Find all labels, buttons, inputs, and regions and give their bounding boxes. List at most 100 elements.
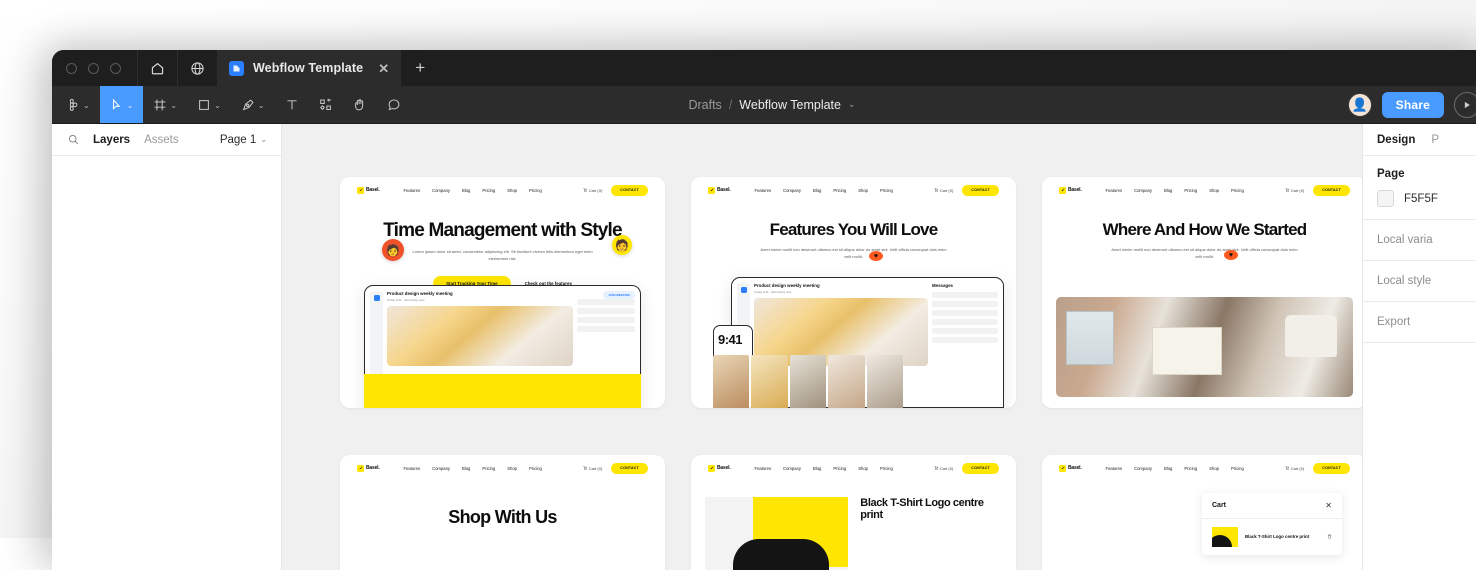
nav-link-pricing-2[interactable]: Pricing <box>1231 188 1244 193</box>
cart-link[interactable]: Cart (0) <box>1285 466 1304 471</box>
cart-link[interactable]: Cart (0) <box>1285 188 1304 193</box>
close-window-button[interactable] <box>66 62 77 74</box>
breadcrumb-file-name[interactable]: Webflow Template <box>739 98 841 112</box>
nav-link-blog[interactable]: Blog <box>813 188 821 193</box>
move-tool-button[interactable]: ⌄ <box>99 86 144 123</box>
local-styles-section[interactable]: Local style <box>1363 261 1476 302</box>
cart-link[interactable]: Cart (0) <box>583 466 602 471</box>
layers-list[interactable] <box>52 156 281 570</box>
site-cta-button[interactable]: CONTACT <box>962 184 999 196</box>
canvas-frame-product[interactable]: Basel. Features Company Blog Pricing Sho… <box>691 455 1016 570</box>
nav-link-blog[interactable]: Blog <box>813 466 821 471</box>
chevron-down-icon[interactable]: ⌄ <box>127 101 134 110</box>
nav-link-shop[interactable]: Shop <box>858 188 868 193</box>
home-icon[interactable] <box>138 50 178 86</box>
site-logo[interactable]: Basel. <box>357 464 380 472</box>
site-logo[interactable]: Basel. <box>357 186 380 194</box>
nav-link-shop[interactable]: Shop <box>1209 466 1219 471</box>
chevron-down-icon[interactable]: ⌄ <box>83 101 90 110</box>
figma-menu-button[interactable]: ⌄ <box>52 86 100 123</box>
avatar[interactable]: 👤 <box>1347 92 1372 117</box>
maximize-window-button[interactable] <box>110 62 121 74</box>
nav-link-company[interactable]: Company <box>783 188 801 193</box>
text-tool-button[interactable] <box>275 86 309 123</box>
canvas-frame-features[interactable]: Basel. Features Company Blog Pricing Sho… <box>691 177 1016 408</box>
site-cta-button[interactable]: CONTACT <box>1313 184 1350 196</box>
local-variables-section[interactable]: Local varia <box>1363 220 1476 261</box>
nav-link-pricing-2[interactable]: Pricing <box>1231 466 1244 471</box>
hand-tool-button[interactable] <box>343 86 377 123</box>
nav-link-company[interactable]: Company <box>1134 466 1152 471</box>
site-cta-button[interactable]: CONTACT <box>611 184 648 196</box>
share-button[interactable]: Share <box>1381 91 1444 118</box>
nav-link-shop[interactable]: Shop <box>858 466 868 471</box>
components-tool-button[interactable] <box>309 86 343 123</box>
minimize-window-button[interactable] <box>88 62 99 74</box>
nav-link-features[interactable]: Features <box>755 466 772 471</box>
nav-link-features[interactable]: Features <box>404 188 421 193</box>
close-icon[interactable]: ✕ <box>1325 501 1332 510</box>
tab-layers[interactable]: Layers <box>93 134 130 146</box>
site-logo[interactable]: Basel. <box>708 186 731 194</box>
chevron-down-icon[interactable]: ⌄ <box>214 101 221 110</box>
nav-link-pricing[interactable]: Pricing <box>1184 466 1197 471</box>
canvas-frame-about[interactable]: Basel. Features Company Blog Pricing Sho… <box>1042 177 1362 408</box>
nav-link-features[interactable]: Features <box>404 466 421 471</box>
chevron-down-icon[interactable]: ⌄ <box>258 101 265 110</box>
site-logo[interactable]: Basel. <box>708 464 731 472</box>
nav-link-pricing-2[interactable]: Pricing <box>880 188 893 193</box>
nav-link-features[interactable]: Features <box>1106 188 1123 193</box>
nav-link-blog[interactable]: Blog <box>462 188 470 193</box>
nav-link-pricing[interactable]: Pricing <box>833 466 846 471</box>
nav-link-shop[interactable]: Shop <box>507 466 517 471</box>
nav-link-features[interactable]: Features <box>755 188 772 193</box>
chevron-down-icon[interactable]: ⌄ <box>848 99 856 110</box>
nav-link-shop[interactable]: Shop <box>1209 188 1219 193</box>
nav-link-pricing-2[interactable]: Pricing <box>880 466 893 471</box>
tab-design[interactable]: Design <box>1377 134 1415 146</box>
frame-tool-button[interactable]: ⌄ <box>143 86 187 123</box>
shape-tool-button[interactable]: ⌄ <box>187 86 231 123</box>
site-cta-button[interactable]: CONTACT <box>962 462 999 474</box>
nav-link-company[interactable]: Company <box>432 466 450 471</box>
nav-link-pricing[interactable]: Pricing <box>482 188 495 193</box>
close-icon[interactable]: ✕ <box>378 62 389 75</box>
color-swatch[interactable] <box>1377 190 1394 207</box>
cart-link[interactable]: Cart (0) <box>583 188 602 193</box>
nav-link-pricing-2[interactable]: Pricing <box>529 466 542 471</box>
nav-link-pricing[interactable]: Pricing <box>1184 188 1197 193</box>
nav-link-blog[interactable]: Blog <box>462 466 470 471</box>
nav-link-features[interactable]: Features <box>1106 466 1123 471</box>
tab-assets[interactable]: Assets <box>144 134 179 146</box>
export-section[interactable]: Export <box>1363 302 1476 343</box>
chevron-down-icon[interactable]: ⌄ <box>170 101 177 110</box>
canvas-frame-home[interactable]: Basel. Features Company Blog Pricing Sho… <box>340 177 665 408</box>
tablet-join-badge[interactable]: JOIN MEETING <box>603 291 635 299</box>
page-background-hex[interactable]: F5F5F <box>1404 193 1438 205</box>
nav-link-company[interactable]: Company <box>783 466 801 471</box>
nav-link-pricing[interactable]: Pricing <box>833 188 846 193</box>
canvas-frame-cart[interactable]: Basel. Features Company Blog Pricing Sho… <box>1042 455 1362 570</box>
site-cta-button[interactable]: CONTACT <box>611 462 648 474</box>
new-tab-button[interactable]: + <box>401 50 439 86</box>
nav-link-company[interactable]: Company <box>1134 188 1152 193</box>
breadcrumb-drafts[interactable]: Drafts <box>688 98 721 112</box>
cart-link[interactable]: Cart (0) <box>934 466 953 471</box>
comment-tool-button[interactable] <box>377 86 411 123</box>
site-cta-button[interactable]: CONTACT <box>1313 462 1350 474</box>
canvas-frame-shop[interactable]: Basel. Features Company Blog Pricing Sho… <box>340 455 665 570</box>
nav-link-blog[interactable]: Blog <box>1164 466 1172 471</box>
globe-icon[interactable] <box>178 50 218 86</box>
site-logo[interactable]: Basel. <box>1059 464 1082 472</box>
present-icon[interactable] <box>1454 91 1476 118</box>
cart-link[interactable]: Cart (0) <box>934 188 953 193</box>
browser-tab-webflow-template[interactable]: Webflow Template ✕ <box>218 50 402 86</box>
nav-link-blog[interactable]: Blog <box>1164 188 1172 193</box>
site-logo[interactable]: Basel. <box>1059 186 1082 194</box>
trash-icon[interactable] <box>1327 533 1332 541</box>
nav-link-shop[interactable]: Shop <box>507 188 517 193</box>
page-background-row[interactable]: F5F5F <box>1377 190 1476 207</box>
nav-link-company[interactable]: Company <box>432 188 450 193</box>
nav-link-pricing[interactable]: Pricing <box>482 466 495 471</box>
tab-prototype[interactable]: P <box>1431 134 1439 146</box>
